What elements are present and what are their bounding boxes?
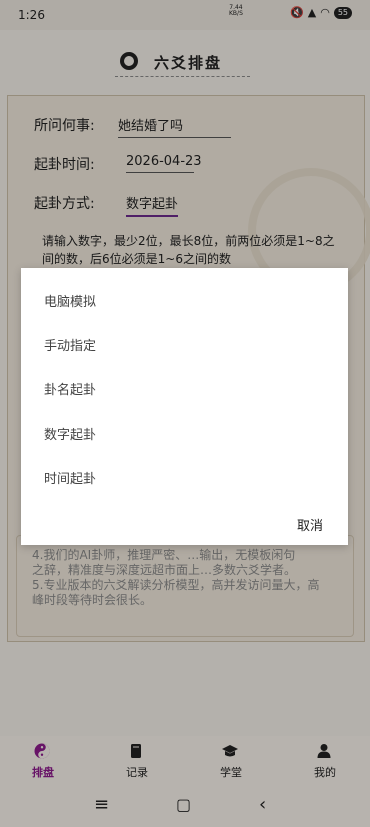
method-option[interactable]: 卦名起卦: [44, 379, 96, 398]
method-option[interactable]: 电脑模拟: [44, 291, 96, 310]
method-option[interactable]: 手动指定: [44, 335, 96, 354]
method-option[interactable]: 数字起卦: [44, 424, 96, 443]
method-picker-dialog: 电脑模拟 手动指定 卦名起卦 数字起卦 时间起卦 取消: [21, 268, 348, 545]
method-option[interactable]: 时间起卦: [44, 468, 96, 487]
cancel-button[interactable]: 取消: [297, 515, 323, 534]
